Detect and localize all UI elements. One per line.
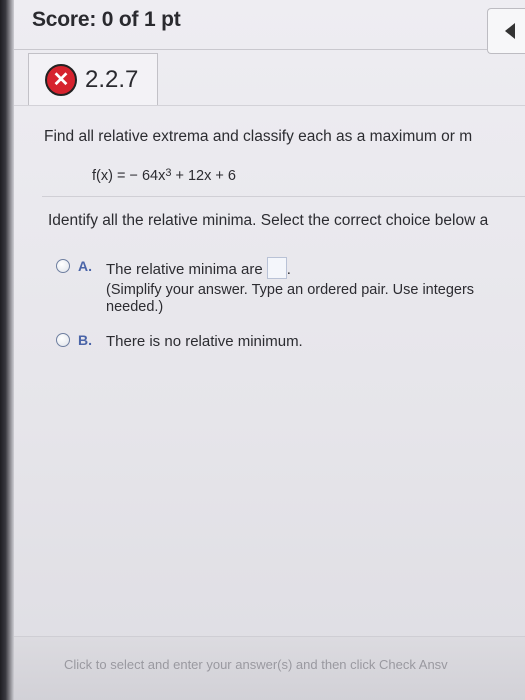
answer-input-box[interactable] — [266, 257, 287, 279]
score-bar: Score: 0 of 1 pt — [14, 0, 525, 54]
choice-a-text: The relative minima are. — [106, 257, 291, 281]
function-rhs: + 12x + 6 — [171, 168, 236, 184]
page: Score: 0 of 1 pt ✕ 2.2.7 Find all relati… — [0, 0, 525, 700]
screen-edge — [0, 0, 14, 700]
question-content: Find all relative extrema and classify e… — [14, 106, 525, 700]
choice-a-hint-line2: needed.) — [106, 299, 164, 315]
choice-a-letter: A. — [78, 258, 92, 274]
function-exponent: 3 — [165, 167, 172, 179]
choice-a-period: . — [286, 260, 291, 278]
instruction-text: Identify all the relative minima. Select… — [48, 212, 489, 229]
arrow-left-icon — [504, 23, 515, 39]
choice-b-letter: B. — [78, 332, 92, 348]
previous-button[interactable] — [487, 8, 525, 54]
incorrect-x-icon: ✕ — [45, 64, 77, 96]
divider — [42, 196, 525, 197]
question-number-tab[interactable]: ✕ 2.2.7 — [28, 53, 158, 105]
question-number: 2.2.7 — [85, 66, 139, 93]
function-lhs: f(x) = − 64x — [92, 168, 166, 184]
choice-a-hint-line1: (Simplify your answer. Type an ordered p… — [106, 282, 475, 298]
choice-a-radio[interactable] — [56, 259, 70, 273]
footer-bar: Click to select and enter your answer(s)… — [14, 636, 525, 700]
question-prompt: Find all relative extrema and classify e… — [44, 128, 473, 145]
question-header: ✕ 2.2.7 — [14, 50, 525, 106]
function-expression: f(x) = − 64x3 + 12x + 6 — [92, 167, 236, 184]
footer-instruction: Click to select and enter your answer(s)… — [64, 657, 448, 672]
choice-b-radio[interactable] — [56, 333, 70, 347]
choice-a-label: The relative minima are — [106, 260, 263, 278]
choice-b-text: There is no relative minimum. — [106, 333, 303, 350]
choice-a-hint: (Simplify your answer. Type an ordered p… — [106, 282, 525, 316]
score-label: Score: 0 of 1 pt — [32, 8, 181, 31]
